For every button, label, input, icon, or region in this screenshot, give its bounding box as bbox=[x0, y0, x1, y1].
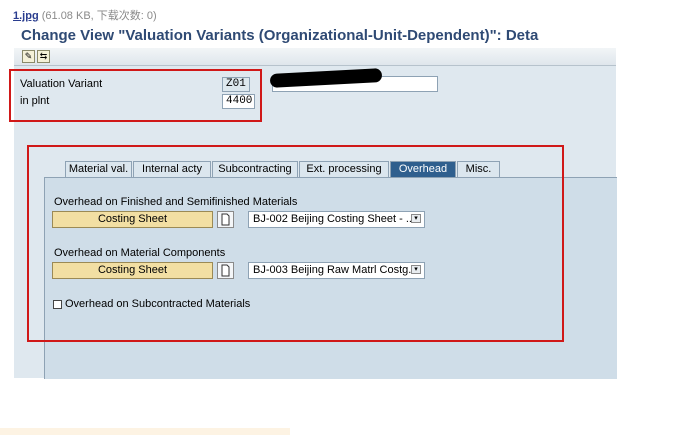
file-meta: (61.08 KB, 下载次数: 0) bbox=[41, 10, 157, 22]
page-bottom-band bbox=[0, 428, 290, 435]
tab-highlight-box bbox=[27, 145, 564, 342]
application-toolbar bbox=[14, 48, 616, 66]
header-highlight-box bbox=[9, 69, 262, 122]
edit-icon[interactable]: ✎ bbox=[22, 50, 35, 63]
other-object-icon[interactable]: ⇆ bbox=[37, 50, 50, 63]
window-title: Change View "Valuation Variants (Organiz… bbox=[21, 27, 539, 44]
file-name-link[interactable]: 1.jpg bbox=[13, 10, 39, 22]
image-caption: 1.jpg (61.08 KB, 下载次数: 0) bbox=[13, 7, 157, 23]
